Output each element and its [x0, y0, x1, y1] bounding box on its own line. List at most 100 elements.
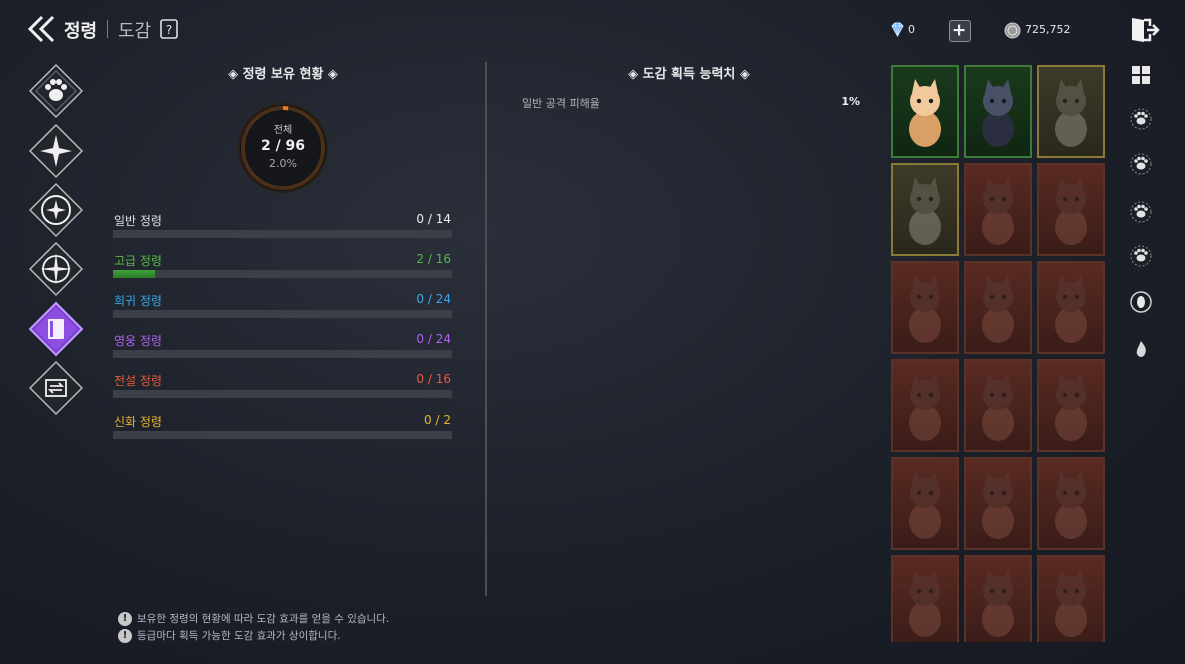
egg-icon[interactable] — [1128, 289, 1154, 315]
grade-count: 0 / 24 — [416, 332, 451, 346]
grade-row-rare: 희귀 정령 0 / 24 — [113, 292, 452, 322]
spirit-card-fox[interactable] — [891, 555, 959, 642]
claw-icon-glyph — [1130, 201, 1152, 223]
diamond-bullet-icon: ◈ — [628, 67, 643, 82]
panel-divider — [485, 62, 487, 596]
paw-icon[interactable] — [1128, 151, 1154, 177]
spirit-card-grid — [890, 64, 1106, 642]
spirit-card-demon-cat[interactable] — [1037, 555, 1105, 642]
spirit-card-wolf[interactable] — [964, 555, 1032, 642]
paw-all-icon[interactable] — [1128, 106, 1154, 132]
info-note: ! 보유한 정령의 현황에 따라 도감 효과를 얻을 수 있습니다. — [118, 610, 389, 627]
creature-portrait-icon — [982, 471, 1014, 539]
exit-icon[interactable] — [1128, 14, 1160, 46]
spirit-card-blue-cat[interactable] — [891, 457, 959, 550]
paw-icon-glyph — [1130, 153, 1152, 175]
grade-row-common: 일반 정령 0 / 14 — [113, 212, 452, 242]
creature-portrait-icon — [909, 275, 941, 343]
creature-portrait-icon — [982, 177, 1014, 245]
grade-progress-bar — [113, 390, 452, 398]
category-compass[interactable] — [28, 241, 84, 297]
spirit-card-fish[interactable] — [891, 359, 959, 452]
paw-drop-icon[interactable] — [1128, 243, 1154, 269]
creature-portrait-icon — [1055, 79, 1087, 147]
creature-portrait-icon — [982, 275, 1014, 343]
info-icon: ! — [118, 628, 132, 643]
help-icon[interactable]: ? — [159, 18, 179, 40]
grid-icon[interactable] — [1128, 62, 1154, 88]
grade-count: 0 / 2 — [424, 413, 451, 427]
category-circle-star[interactable] — [28, 182, 84, 238]
ring-count: 2 / 96 — [260, 138, 306, 154]
category-paw[interactable] — [28, 63, 84, 119]
stat-label: 일반 공격 피해율 — [522, 97, 600, 110]
grade-name: 신화 정령 — [114, 415, 162, 429]
paw-drop-icon-glyph — [1130, 245, 1152, 267]
spirit-card-lion[interactable] — [1037, 65, 1105, 158]
grade-row-advanced: 고급 정령 2 / 16 — [113, 252, 452, 282]
grade-progress-bar — [113, 230, 452, 238]
plus-icon — [953, 24, 965, 36]
diamond-bullet-icon: ◈ — [228, 67, 243, 82]
spirit-card-fox-mask[interactable] — [964, 163, 1032, 256]
spirit-card-black-cat[interactable] — [964, 65, 1032, 158]
spirit-card-forest-cat[interactable] — [1037, 163, 1105, 256]
codex-stats-title-text: 도감 획득 능력치 — [642, 67, 736, 82]
page-title: 정령 — [64, 21, 98, 42]
creature-portrait-icon — [1055, 275, 1087, 343]
codex-stats-title: ◈ 도감 획득 능력치 ◈ — [614, 63, 764, 82]
category-star[interactable] — [28, 123, 84, 179]
spirit-card-blue-beast[interactable] — [891, 261, 959, 354]
spirit-card-lion-cub[interactable] — [891, 65, 959, 158]
spirit-card-shadow-cat[interactable] — [1037, 359, 1105, 452]
add-gem-button[interactable] — [949, 20, 971, 42]
grade-row-mythic: 신화 정령 0 / 2 — [113, 413, 452, 443]
grade-progress-bar — [113, 270, 452, 278]
grade-progress-bar — [113, 431, 452, 439]
grade-name: 영웅 정령 — [114, 334, 162, 348]
grade-name: 고급 정령 — [114, 254, 162, 268]
info-note-text: 보유한 정령의 현황에 따라 도감 효과를 얻을 수 있습니다. — [137, 613, 390, 625]
flame-icon-glyph — [1136, 341, 1146, 357]
page-subtitle: 도감 — [118, 21, 152, 42]
stat-row: 일반 공격 피해율 1% — [522, 95, 860, 111]
creature-portrait-icon — [1055, 569, 1087, 637]
coin-icon — [1004, 22, 1021, 39]
category-codex[interactable] — [28, 301, 84, 357]
star-icon — [28, 123, 84, 179]
back-icon[interactable] — [26, 14, 58, 44]
spirit-card-dragon[interactable] — [891, 163, 959, 256]
grade-name: 전설 정령 — [114, 374, 162, 388]
diamond-bullet-icon: ◈ — [735, 67, 750, 82]
spirit-card-owl[interactable] — [1037, 457, 1105, 550]
flame-icon[interactable] — [1128, 337, 1154, 363]
creature-portrait-icon — [909, 569, 941, 637]
spirit-card-lynx[interactable] — [1037, 261, 1105, 354]
grade-count: 2 / 16 — [416, 252, 451, 266]
ring-percent: 2.0% — [269, 157, 297, 170]
spirit-card-pufferfish[interactable] — [964, 359, 1032, 452]
title-divider — [107, 20, 108, 38]
creature-portrait-icon — [909, 373, 941, 441]
svg-text:?: ? — [166, 23, 172, 37]
info-icon: ! — [118, 611, 132, 626]
ownership-title: ◈ 정령 보유 현황 ◈ — [213, 63, 353, 82]
creature-portrait-icon — [1055, 373, 1087, 441]
coin-count: 725,752 — [1025, 23, 1071, 36]
spirit-card-rabbit[interactable] — [964, 261, 1032, 354]
category-exchange[interactable] — [28, 360, 84, 416]
info-notes: ! 보유한 정령의 현황에 따라 도감 효과를 얻을 수 있습니다. ! 등급마다 … — [118, 610, 389, 644]
paw-icon — [28, 63, 84, 119]
spirit-card-dino[interactable] — [964, 457, 1032, 550]
exchange-icon — [28, 360, 84, 416]
grade-row-hero: 영웅 정령 0 / 24 — [113, 332, 452, 362]
creature-portrait-icon — [909, 79, 941, 147]
claw-icon[interactable] — [1128, 199, 1154, 225]
gem-icon — [891, 22, 904, 38]
creature-portrait-icon — [1055, 177, 1087, 245]
grade-row-legendary: 전설 정령 0 / 16 — [113, 372, 452, 402]
grade-progress-bar — [113, 350, 452, 358]
info-note: ! 등급마다 획득 가능한 도감 효과가 상이합니다. — [118, 627, 389, 644]
gem-count: 0 — [908, 23, 915, 36]
diamond-bullet-icon: ◈ — [323, 67, 338, 82]
